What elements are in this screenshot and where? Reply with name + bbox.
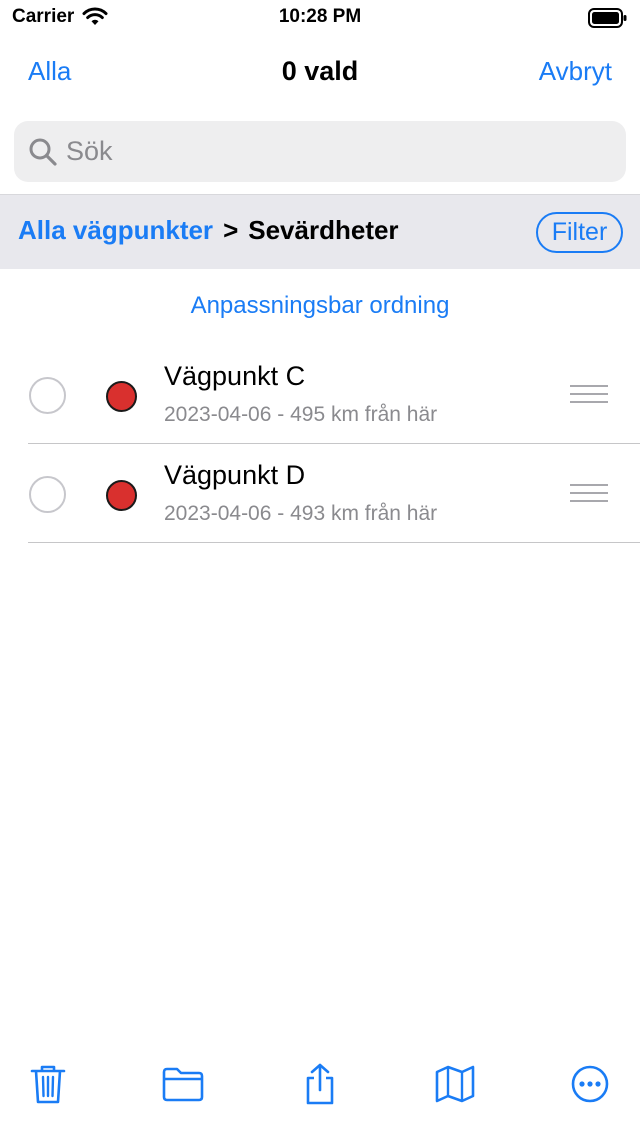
select-all-button[interactable]: Alla: [28, 56, 71, 87]
waypoint-marker-icon: [106, 381, 137, 412]
map-icon[interactable]: [433, 1062, 477, 1106]
waypoint-name: Vägpunkt D: [164, 460, 306, 490]
more-icon[interactable]: [568, 1062, 612, 1106]
navigation-bar: Alla 0 vald Avbryt: [0, 44, 640, 100]
search-input[interactable]: [66, 121, 626, 182]
status-time: 10:28 PM: [278, 6, 362, 27]
trash-icon[interactable]: [26, 1062, 70, 1106]
breadcrumb-separator: >: [223, 215, 239, 245]
breadcrumb: Alla vägpunkter > Sevärdheter: [18, 215, 399, 246]
breadcrumb-parent-link[interactable]: Alla vägpunkter: [18, 215, 213, 246]
status-bar: Carrier 10:28 PM: [0, 0, 640, 40]
waypoint-marker-icon: [106, 480, 137, 511]
row-divider: [28, 542, 640, 543]
breadcrumb-current: Sevärdheter: [248, 215, 399, 245]
folder-icon[interactable]: [161, 1062, 205, 1106]
reorder-handle-icon[interactable]: [570, 484, 608, 504]
list-item[interactable]: Vägpunkt C 2023-04-06 - 495 km från här: [0, 345, 640, 444]
waypoint-name: Vägpunkt C: [164, 361, 306, 391]
battery-icon: [588, 8, 628, 33]
selection-circle[interactable]: [29, 476, 66, 513]
selection-circle[interactable]: [29, 377, 66, 414]
sort-order-button[interactable]: Anpassningsbar ordning: [0, 292, 640, 320]
waypoint-list: Vägpunkt C 2023-04-06 - 495 km från här …: [0, 345, 640, 543]
bottom-toolbar: [0, 1046, 640, 1136]
waypoint-details: 2023-04-06 - 493 km från här: [164, 502, 438, 525]
search-bar[interactable]: [14, 121, 626, 182]
waypoint-details: 2023-04-06 - 495 km från här: [164, 403, 438, 426]
search-icon: [29, 138, 57, 166]
filter-button[interactable]: Filter: [536, 212, 623, 253]
reorder-handle-icon[interactable]: [570, 385, 608, 405]
list-item[interactable]: Vägpunkt D 2023-04-06 - 493 km från här: [0, 444, 640, 543]
share-icon[interactable]: [298, 1062, 342, 1106]
cancel-button[interactable]: Avbryt: [539, 56, 612, 87]
filter-bar: Alla vägpunkter > Sevärdheter Filter: [0, 194, 640, 269]
